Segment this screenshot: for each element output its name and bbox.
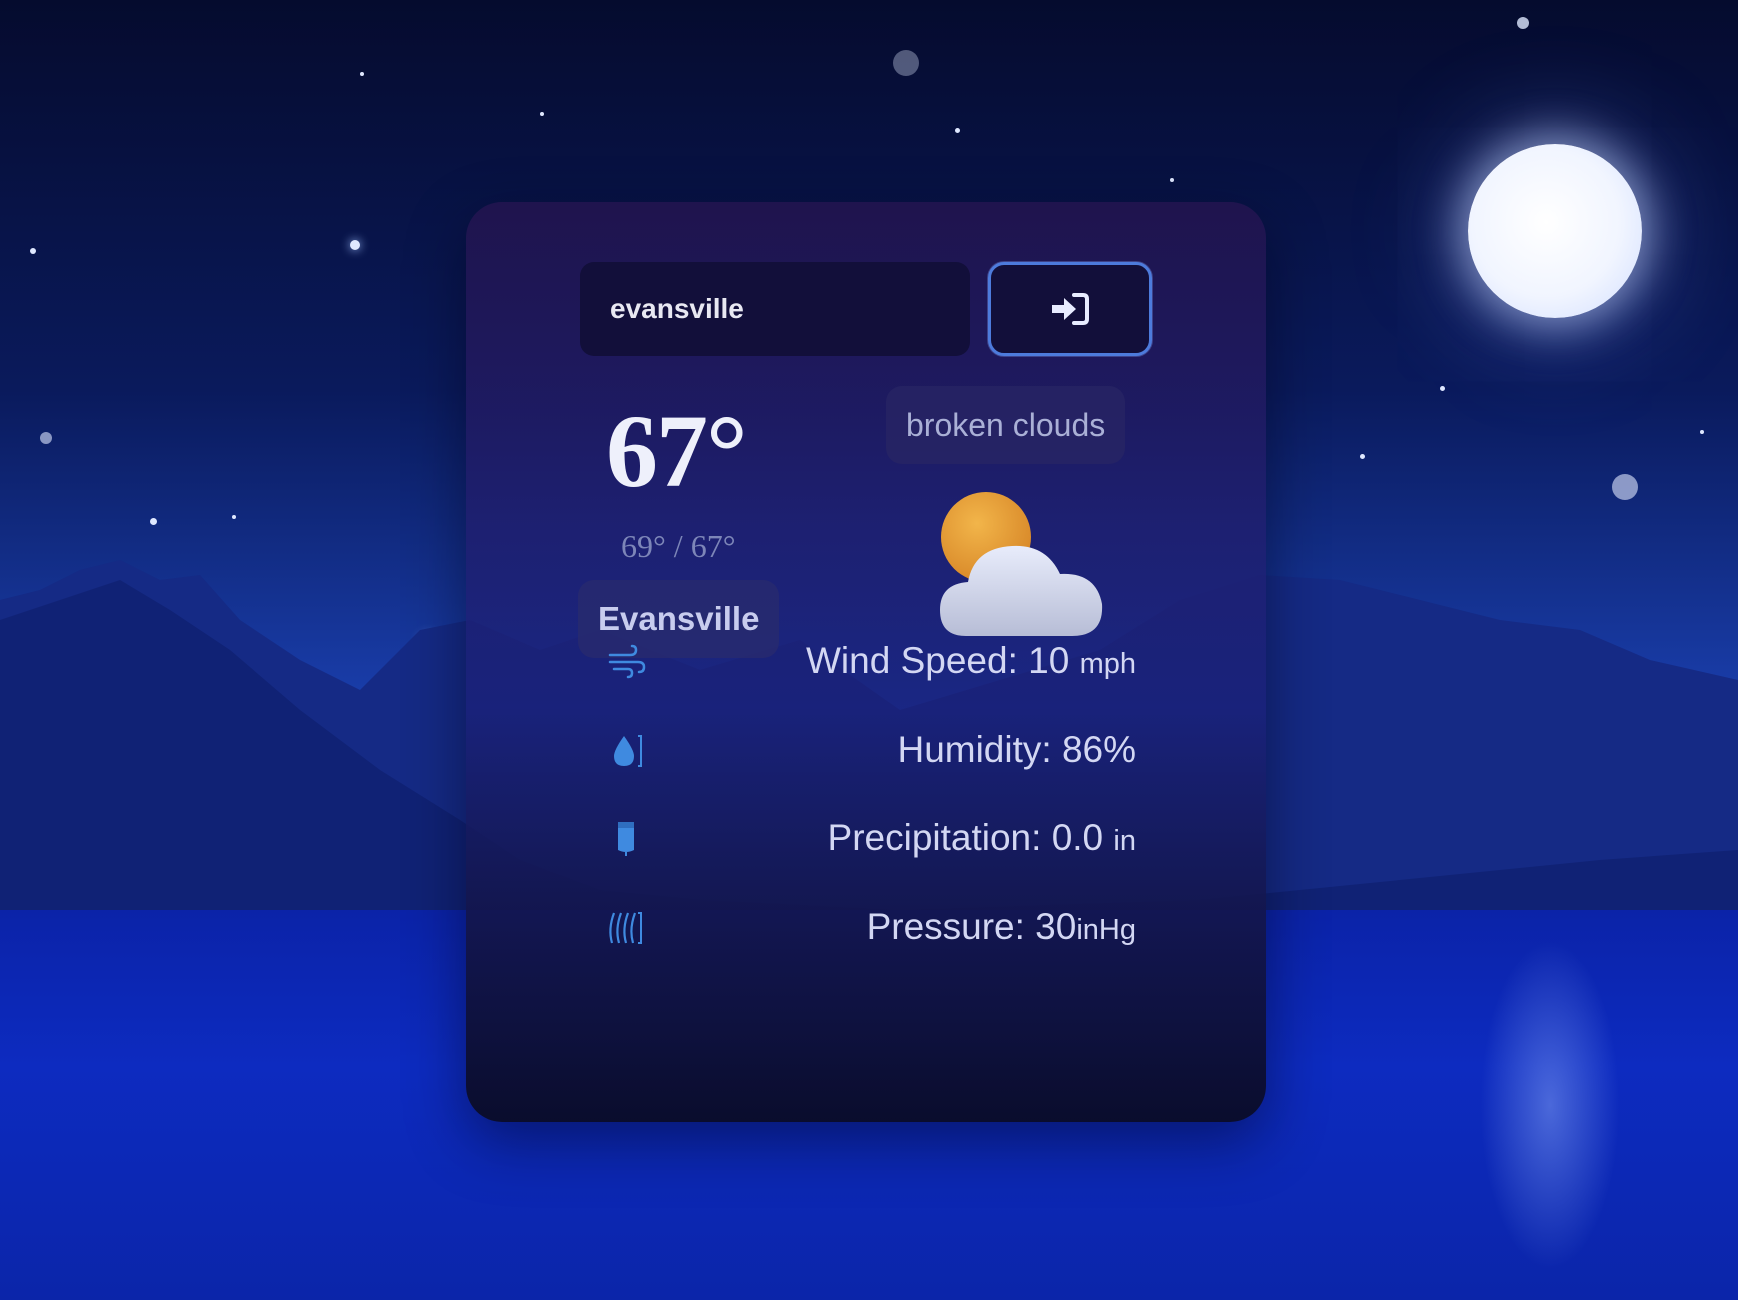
- precipitation-label: Precipitation: 0.0: [827, 817, 1104, 858]
- wind-icon: [608, 644, 646, 679]
- wind-speed-unit: mph: [1079, 648, 1136, 680]
- pressure-icon: [609, 912, 642, 944]
- humidity-label: Humidity: 86%: [897, 729, 1136, 770]
- precipitation-icon: [618, 822, 634, 856]
- precipitation-row: Precipitation: 0.0 in: [606, 808, 1136, 868]
- moon-reflection: [1480, 940, 1620, 1270]
- city-search-input[interactable]: [580, 262, 970, 356]
- high-low-temperature: 69° / 67°: [621, 528, 736, 564]
- humidity-row: Humidity: 86%: [606, 720, 1136, 780]
- search-button[interactable]: [988, 262, 1152, 356]
- wind-speed-label: Wind Speed: 10: [806, 640, 1070, 681]
- pressure-unit: inHg: [1076, 914, 1136, 946]
- partly-cloudy-icon: [940, 492, 1103, 636]
- sign-in-icon: [1052, 293, 1089, 325]
- weather-card: 67° 69° / 67° Evansville broken clouds W…: [466, 202, 1266, 1122]
- pressure-label: Pressure: 30: [866, 906, 1077, 947]
- precipitation-unit: in: [1113, 825, 1136, 857]
- moon: [1468, 144, 1642, 318]
- current-temperature: 67°: [606, 394, 748, 509]
- wind-speed-row: Wind Speed: 10 mph: [606, 631, 1136, 691]
- humidity-icon: [614, 735, 642, 767]
- weather-description: broken clouds: [886, 386, 1126, 464]
- pressure-row: Pressure: 30inHg: [606, 897, 1136, 957]
